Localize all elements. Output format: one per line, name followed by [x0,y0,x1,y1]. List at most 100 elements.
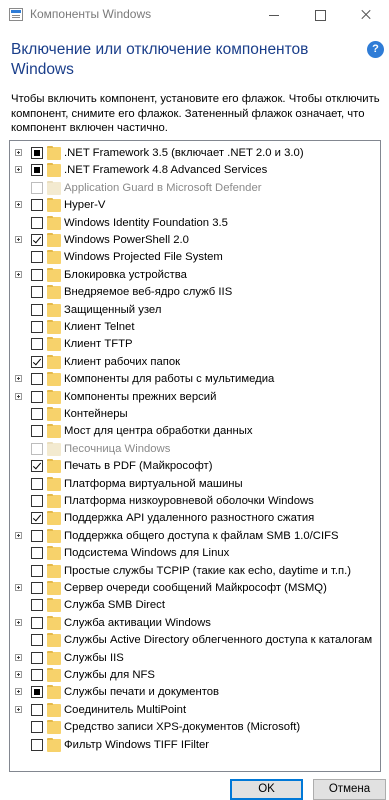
feature-row[interactable]: Клиент Telnet [10,319,380,336]
feature-checkbox[interactable] [31,599,43,612]
feature-checkbox[interactable] [31,616,43,629]
expand-icon[interactable] [15,653,22,661]
feature-row[interactable]: Компоненты для работы с мультимедиа [10,371,380,388]
help-icon[interactable]: ? [367,41,384,58]
feature-checkbox[interactable] [31,721,43,734]
feature-row[interactable]: Средство записи XPS-документов (Microsof… [10,719,380,736]
cancel-button[interactable]: Отмена [313,779,386,800]
feature-checkbox[interactable] [31,651,43,664]
feature-row[interactable]: Блокировка устройства [10,267,380,284]
feature-checkbox[interactable] [31,529,43,542]
window-app-icon [9,8,23,21]
feature-checkbox[interactable] [31,512,43,525]
feature-row[interactable]: Application Guard в Microsoft Defender [10,180,380,197]
feature-checkbox[interactable] [31,321,43,333]
expand-icon[interactable] [15,705,22,713]
feature-row[interactable]: Внедряемое веб-ядро служб IIS [10,284,380,301]
feature-row[interactable]: Мост для центра обработки данных [10,423,380,440]
feature-checkbox[interactable] [31,268,43,281]
feature-checkbox[interactable] [31,147,43,159]
feature-checkbox[interactable] [31,303,43,316]
feature-label: Средство записи XPS-документов (Microsof… [64,721,301,734]
feature-row[interactable]: Windows Identity Foundation 3.5 [10,215,380,232]
feature-checkbox[interactable] [31,477,43,490]
feature-row[interactable]: .NET Framework 4.8 Advanced Services [10,162,380,179]
expand-icon[interactable] [15,688,22,696]
expand-icon[interactable] [15,531,22,539]
feature-row[interactable]: Соединитель MultiPoint [10,702,380,719]
minimize-button[interactable] [251,0,297,30]
feature-row[interactable]: Hyper-V [10,197,380,214]
feature-row[interactable]: Платформа низкоуровневой оболочки Window… [10,493,380,510]
feature-row[interactable]: Службы IIS [10,650,380,667]
feature-row[interactable]: Клиент TFTP [10,336,380,353]
feature-row[interactable]: Компоненты прежних версий [10,389,380,406]
feature-checkbox[interactable] [31,738,43,751]
features-tree[interactable]: .NET Framework 3.5 (включает .NET 2.0 и … [9,140,381,772]
expand-icon[interactable] [15,618,22,626]
feature-checkbox[interactable] [31,286,43,299]
expand-icon[interactable] [15,236,22,243]
feature-row[interactable]: Печать в PDF (Майкрософт) [10,458,380,475]
folder-icon [47,407,61,421]
feature-row[interactable]: Защищенный узел [10,302,380,319]
feature-row[interactable]: Подсистема Windows для Linux [10,545,380,562]
feature-checkbox[interactable] [31,582,43,594]
feature-label: Windows Projected File System [64,251,223,264]
feature-checkbox[interactable] [31,703,43,716]
feature-checkbox[interactable] [31,251,43,264]
expand-icon[interactable] [15,392,22,400]
feature-checkbox[interactable] [31,425,43,438]
feature-row[interactable]: Клиент рабочих папок [10,354,380,371]
feature-checkbox[interactable] [31,686,43,699]
feature-row[interactable]: Поддержка API удаленного разностного сжа… [10,510,380,527]
feature-row[interactable]: Поддержка общего доступа к файлам SMB 1.… [10,528,380,545]
ok-button[interactable]: OK [230,779,303,800]
feature-checkbox[interactable] [31,634,43,647]
feature-row[interactable]: Службы для NFS [10,667,380,684]
feature-row[interactable]: Фильтр Windows TIFF IFilter [10,737,380,754]
folder-icon [47,702,61,717]
feature-checkbox[interactable] [31,234,43,246]
close-button[interactable] [343,0,389,30]
feature-checkbox[interactable] [31,408,43,420]
feature-checkbox[interactable] [31,390,43,403]
feature-row[interactable]: Контейнеры [10,406,380,423]
expand-icon[interactable] [15,584,22,591]
feature-checkbox[interactable] [31,355,43,368]
feature-row[interactable]: Windows Projected File System [10,249,380,266]
expand-icon[interactable] [15,149,22,156]
feature-row[interactable]: Служба SMB Direct [10,597,380,614]
feature-label: Компоненты для работы с мультимедиа [64,373,275,386]
feature-checkbox[interactable] [31,338,43,351]
feature-row[interactable]: Сервер очереди сообщений Майкрософт (MSM… [10,580,380,597]
folder-icon [47,372,61,387]
feature-row[interactable]: Простые службы TCPIP (такие как echo, da… [10,563,380,580]
feature-checkbox[interactable] [31,460,43,473]
feature-row[interactable]: Windows PowerShell 2.0 [10,232,380,249]
feature-checkbox[interactable] [31,216,43,229]
feature-row[interactable]: .NET Framework 3.5 (включает .NET 2.0 и … [10,145,380,162]
folder-icon [47,354,61,369]
expand-icon[interactable] [15,201,22,209]
feature-checkbox[interactable] [31,164,43,177]
feature-row[interactable]: Службы Active Directory облегченного дос… [10,632,380,649]
feature-checkbox[interactable] [31,199,43,212]
expand-icon[interactable] [15,671,22,678]
expand-icon[interactable] [15,270,22,278]
feature-row[interactable]: Платформа виртуальной машины [10,476,380,493]
expand-icon[interactable] [15,375,22,383]
feature-label: Внедряемое веб-ядро служб IIS [64,286,233,299]
feature-row[interactable]: Службы печати и документов [10,684,380,701]
feature-checkbox[interactable] [31,373,43,386]
feature-checkbox[interactable] [31,547,43,560]
feature-checkbox[interactable] [31,495,43,507]
feature-checkbox[interactable] [31,564,43,577]
feature-row[interactable]: Песочница Windows [10,441,380,458]
feature-label: Простые службы TCPIP (такие как echo, da… [64,564,351,577]
expand-icon[interactable] [15,166,22,174]
folder-icon [47,598,61,613]
maximize-button[interactable] [297,0,343,30]
feature-checkbox[interactable] [31,669,43,681]
feature-row[interactable]: Служба активации Windows [10,615,380,632]
